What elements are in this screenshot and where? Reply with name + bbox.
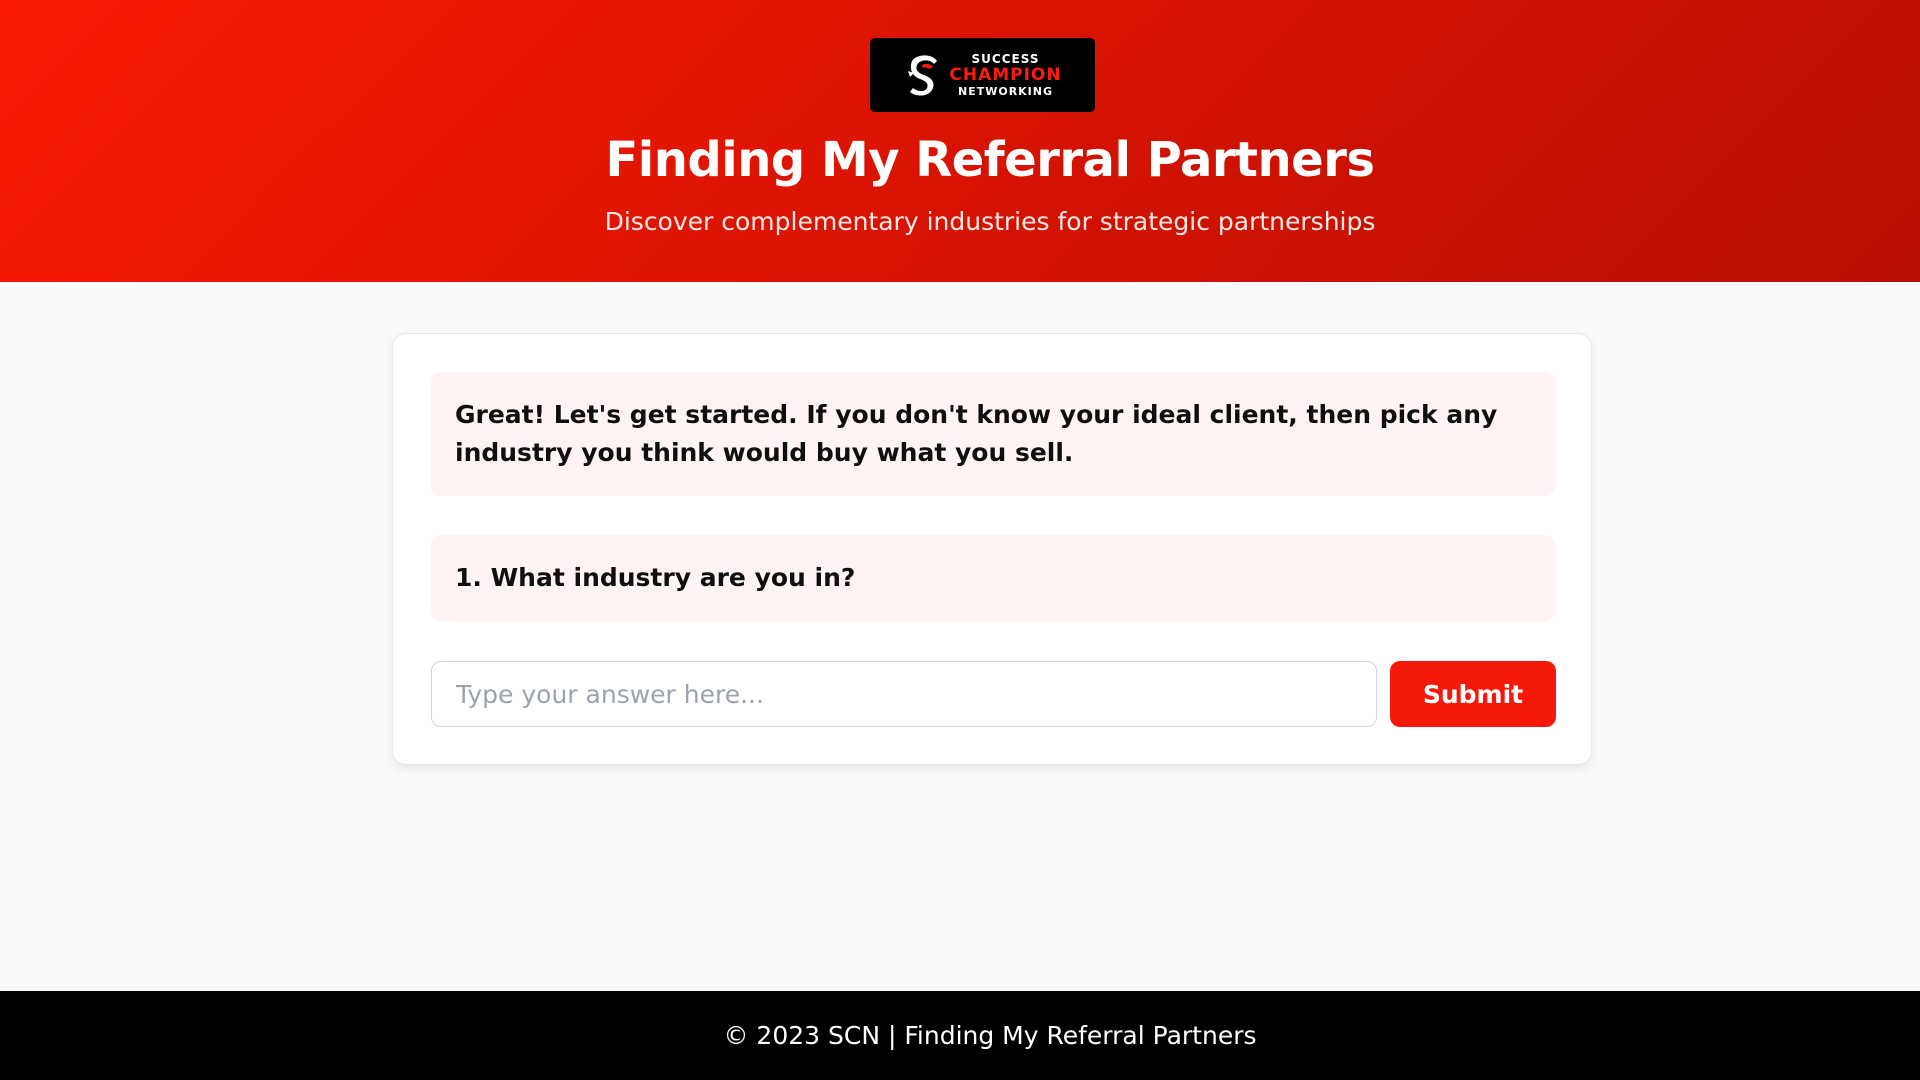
- submit-button[interactable]: Submit: [1390, 661, 1556, 727]
- page-title: Finding My Referral Partners: [605, 132, 1375, 188]
- page: SUCCESS CHAMPION NETWORKING Finding My R…: [0, 0, 1920, 1080]
- logo-line-champion: CHAMPION: [949, 65, 1062, 85]
- answer-row: Submit: [431, 661, 1556, 727]
- logo-line-success: SUCCESS: [971, 52, 1040, 66]
- footer-copyright: © 2023 SCN | Finding My Referral Partner…: [723, 1021, 1257, 1050]
- helmet-icon: [903, 50, 943, 100]
- page-subtitle: Discover complementary industries for st…: [604, 207, 1376, 236]
- chat-card: Great! Let's get started. If you don't k…: [392, 333, 1592, 765]
- answer-input[interactable]: [431, 661, 1377, 727]
- footer: © 2023 SCN | Finding My Referral Partner…: [0, 991, 1920, 1080]
- header: SUCCESS CHAMPION NETWORKING Finding My R…: [0, 0, 1920, 282]
- logo-wordmark: SUCCESS CHAMPION NETWORKING: [949, 53, 1061, 97]
- logo-line-networking: NETWORKING: [957, 85, 1054, 98]
- logo: SUCCESS CHAMPION NETWORKING: [870, 38, 1095, 112]
- bot-message: Great! Let's get started. If you don't k…: [431, 372, 1555, 496]
- bot-question: 1. What industry are you in?: [431, 535, 1555, 621]
